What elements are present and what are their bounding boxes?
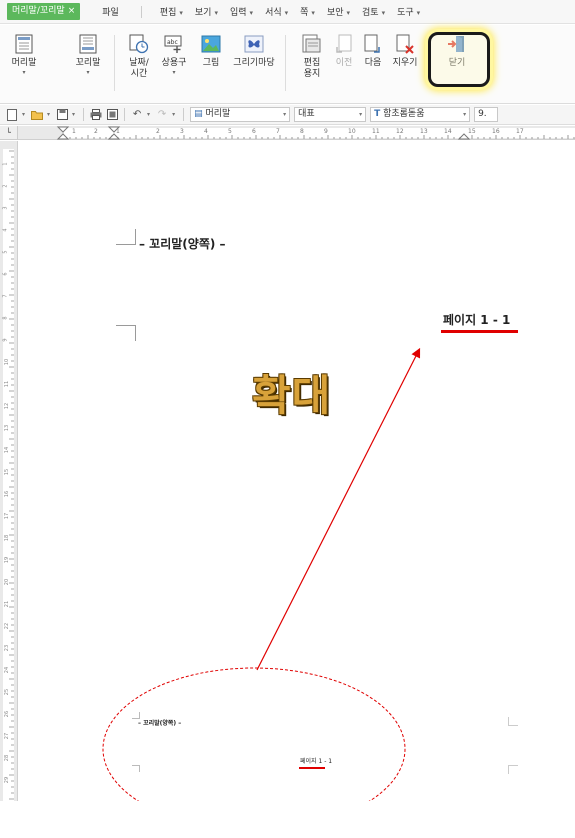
bottom-area bbox=[0, 801, 575, 838]
annotation-overlay bbox=[102, 347, 421, 831]
zoom-arrow bbox=[256, 347, 421, 671]
